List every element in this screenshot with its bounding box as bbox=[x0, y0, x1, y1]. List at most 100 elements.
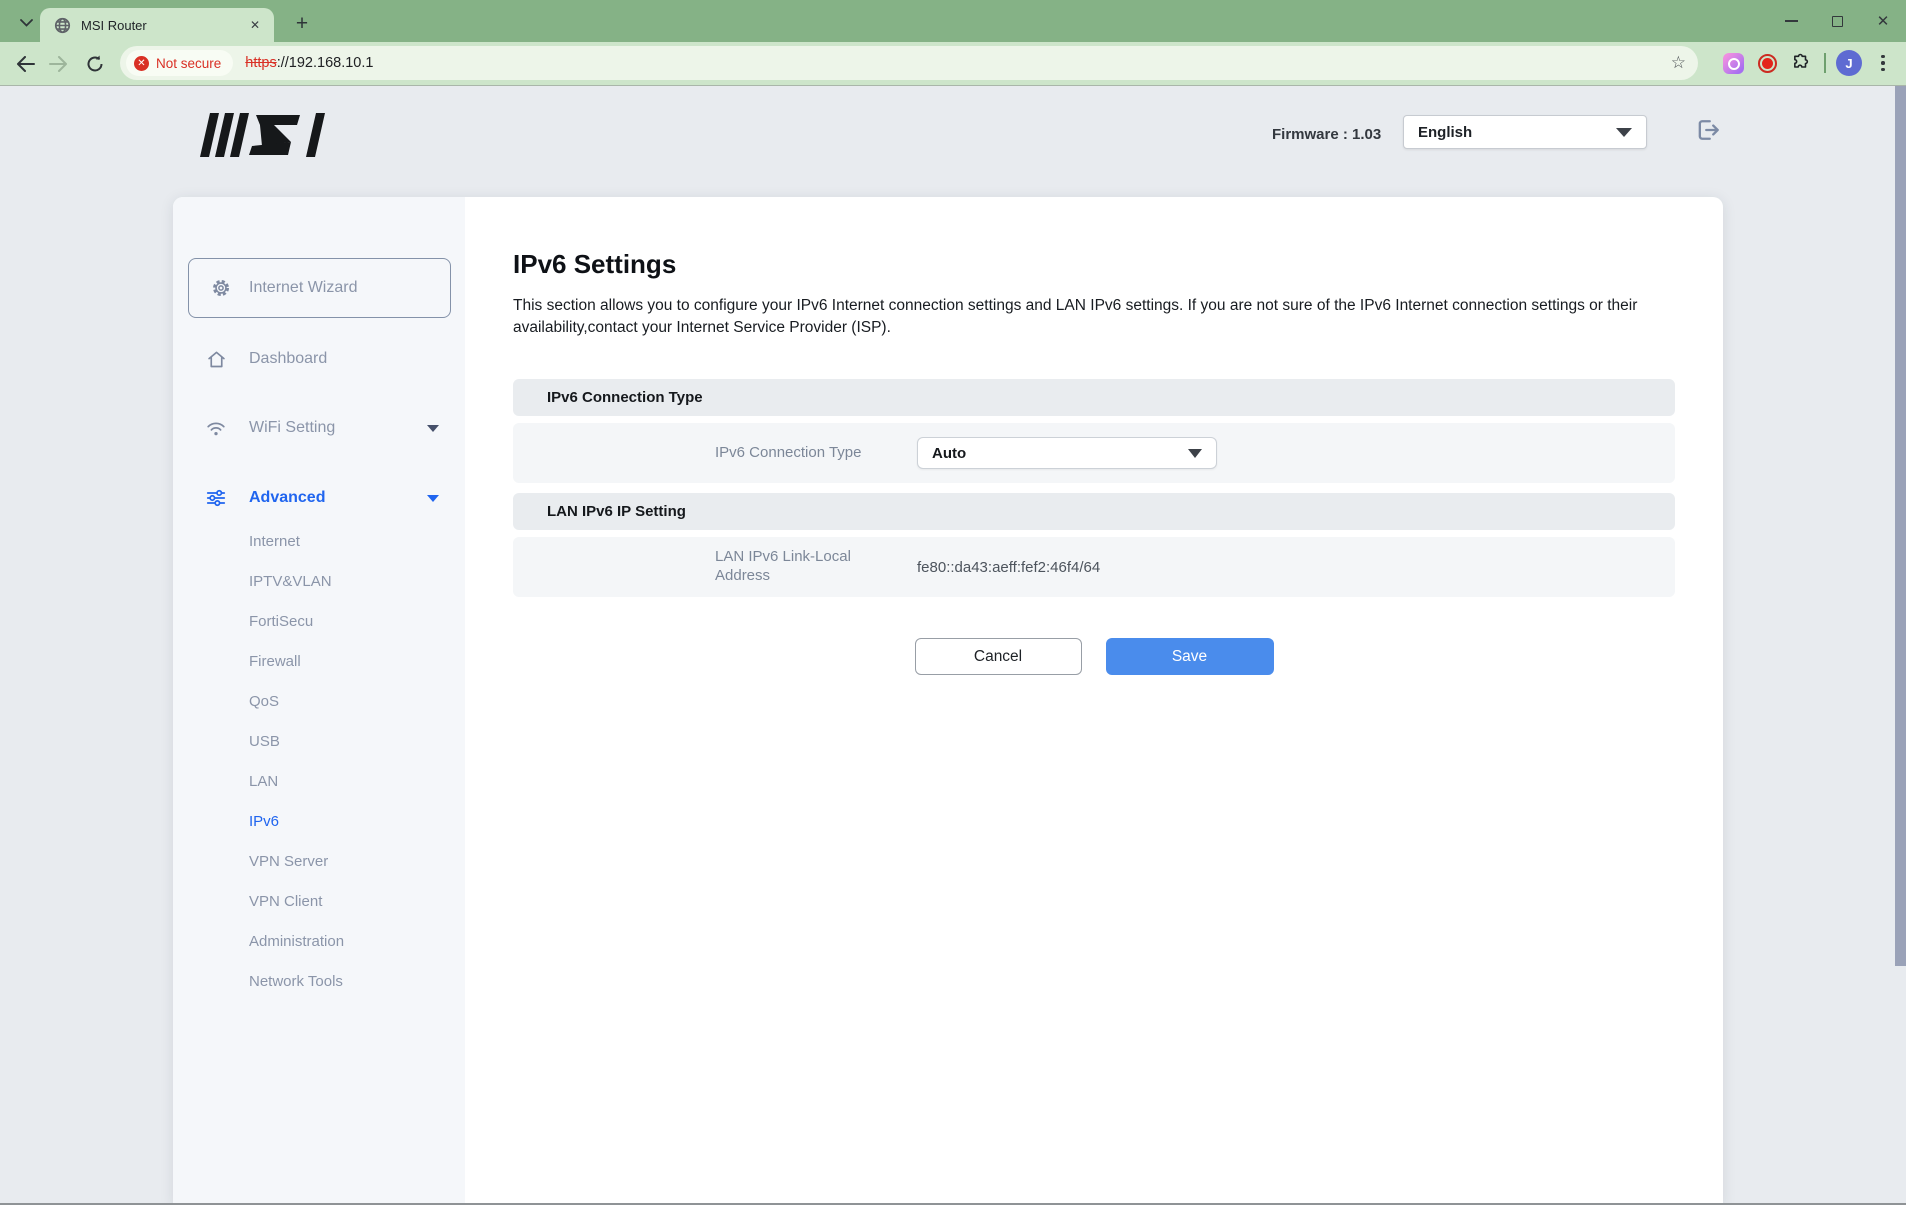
page-scrollbar[interactable] bbox=[1895, 86, 1906, 966]
extension-pink-button[interactable] bbox=[1716, 46, 1750, 80]
subitem-label: LAN bbox=[249, 773, 278, 790]
sidebar-item-wifi-setting[interactable]: WiFi Setting bbox=[173, 404, 465, 452]
save-button[interactable]: Save bbox=[1106, 638, 1274, 675]
sidebar-subitem-lan[interactable]: LAN bbox=[173, 761, 465, 801]
language-selected-value: English bbox=[1418, 124, 1616, 141]
language-select[interactable]: English bbox=[1403, 115, 1647, 149]
subitem-label: VPN Server bbox=[249, 853, 328, 870]
sliders-icon bbox=[205, 487, 227, 509]
sidebar-subitem-ipv6[interactable]: IPv6 bbox=[173, 801, 465, 841]
not-secure-icon: ✕ bbox=[134, 56, 149, 71]
browser-toolbar: ✕ Not secure https://192.168.10.1 ☆ J bbox=[0, 42, 1906, 85]
globe-favicon-icon bbox=[54, 17, 71, 34]
tab-close-button[interactable]: ✕ bbox=[246, 16, 264, 34]
url-bar[interactable]: ✕ Not secure https://192.168.10.1 ☆ bbox=[120, 46, 1698, 80]
browser-tab[interactable]: MSI Router ✕ bbox=[40, 8, 274, 42]
subitem-label: IPTV&VLAN bbox=[249, 573, 332, 590]
url-scheme: https bbox=[245, 55, 276, 71]
sidebar-subitem-iptv-vlan[interactable]: IPTV&VLAN bbox=[173, 561, 465, 601]
security-chip[interactable]: ✕ Not secure bbox=[126, 50, 233, 76]
url-host: ://192.168.10.1 bbox=[277, 55, 374, 71]
kebab-menu-icon bbox=[1881, 55, 1885, 72]
sidebar-subitem-qos[interactable]: QoS bbox=[173, 681, 465, 721]
maximize-icon bbox=[1832, 16, 1843, 27]
sidebar-subitem-internet[interactable]: Internet bbox=[173, 521, 465, 561]
tab-title: MSI Router bbox=[81, 18, 246, 33]
subitem-label: QoS bbox=[249, 693, 279, 710]
chevron-down-icon bbox=[1188, 449, 1202, 458]
sidebar-subitem-vpn-server[interactable]: VPN Server bbox=[173, 841, 465, 881]
chevron-down-icon bbox=[20, 19, 33, 27]
record-icon bbox=[1758, 54, 1777, 73]
sidebar-subitem-network-tools[interactable]: Network Tools bbox=[173, 961, 465, 1001]
sidebar-item-advanced[interactable]: Advanced bbox=[173, 474, 465, 522]
logout-button[interactable] bbox=[1694, 116, 1724, 146]
profile-avatar: J bbox=[1836, 50, 1862, 76]
sidebar-item-label: Internet Wizard bbox=[249, 279, 357, 297]
url-text: https://192.168.10.1 bbox=[245, 55, 373, 71]
sidebar-item-internet-wizard[interactable]: Internet Wizard bbox=[188, 258, 451, 318]
sidebar-subitem-fortisecu[interactable]: FortiSecu bbox=[173, 601, 465, 641]
selected-value: Auto bbox=[932, 445, 1188, 462]
chevron-down-icon bbox=[427, 425, 439, 432]
settings-card: Internet Wizard Dashboard WiFi Setting bbox=[173, 197, 1723, 1205]
sidebar-subitem-usb[interactable]: USB bbox=[173, 721, 465, 761]
reload-button[interactable] bbox=[78, 47, 112, 81]
forward-button[interactable] bbox=[41, 47, 75, 81]
sidebar-item-dashboard[interactable]: Dashboard bbox=[173, 335, 465, 383]
sidebar: Internet Wizard Dashboard WiFi Setting bbox=[173, 197, 465, 1205]
button-bar: Cancel Save bbox=[513, 638, 1675, 675]
back-button[interactable] bbox=[8, 47, 42, 81]
home-icon bbox=[205, 348, 227, 370]
tab-search-button[interactable] bbox=[14, 11, 38, 35]
page-title: IPv6 Settings bbox=[513, 249, 1675, 280]
firmware-version: Firmware : 1.03 bbox=[1272, 126, 1381, 143]
ipv6-connection-type-select[interactable]: Auto bbox=[917, 437, 1217, 469]
extension-record-button[interactable] bbox=[1750, 46, 1784, 80]
subitem-label: Firewall bbox=[249, 653, 301, 670]
subitem-label: IPv6 bbox=[249, 813, 279, 830]
advanced-submenu: Internet IPTV&VLAN FortiSecu Firewall Qo… bbox=[173, 521, 465, 1001]
form-row-link-local: LAN IPv6 Link-Local Address fe80::da43:a… bbox=[513, 537, 1675, 597]
forward-arrow-icon bbox=[49, 56, 68, 72]
site-header: Firmware : 1.03 English bbox=[0, 86, 1906, 198]
bookmark-star-icon[interactable]: ☆ bbox=[1671, 53, 1686, 73]
logout-icon bbox=[1694, 116, 1722, 144]
minimize-icon bbox=[1785, 20, 1798, 22]
field-label: LAN IPv6 Link-Local Address bbox=[715, 548, 917, 586]
window-close-button[interactable]: ✕ bbox=[1860, 0, 1906, 42]
chevron-down-icon bbox=[1616, 128, 1632, 137]
subitem-label: Network Tools bbox=[249, 973, 343, 990]
link-local-address-value: fe80::da43:aeff:fef2:46f4/64 bbox=[917, 559, 1100, 576]
subitem-label: USB bbox=[249, 733, 280, 750]
field-label: IPv6 Connection Type bbox=[715, 444, 917, 463]
subitem-label: Internet bbox=[249, 533, 300, 550]
subitem-label: FortiSecu bbox=[249, 613, 313, 630]
window-controls: ✕ bbox=[1768, 0, 1906, 42]
toolbar-separator bbox=[1824, 53, 1826, 73]
puzzle-icon bbox=[1791, 53, 1811, 73]
window-maximize-button[interactable] bbox=[1814, 0, 1860, 42]
new-tab-button[interactable]: + bbox=[288, 10, 316, 38]
extensions-area: J bbox=[1716, 46, 1906, 80]
close-icon: ✕ bbox=[1877, 14, 1890, 29]
profile-button[interactable]: J bbox=[1832, 46, 1866, 80]
back-arrow-icon bbox=[16, 56, 35, 72]
main-content: IPv6 Settings This section allows you to… bbox=[465, 197, 1723, 1205]
wifi-icon bbox=[205, 417, 227, 439]
chevron-down-icon bbox=[427, 495, 439, 502]
page-description: This section allows you to configure you… bbox=[513, 295, 1675, 339]
section-header-connection-type: IPv6 Connection Type bbox=[513, 379, 1675, 416]
cancel-button[interactable]: Cancel bbox=[915, 638, 1082, 675]
sidebar-subitem-administration[interactable]: Administration bbox=[173, 921, 465, 961]
sidebar-item-label: Dashboard bbox=[249, 350, 327, 368]
sidebar-subitem-firewall[interactable]: Firewall bbox=[173, 641, 465, 681]
window-minimize-button[interactable] bbox=[1768, 0, 1814, 42]
gear-icon bbox=[210, 277, 232, 299]
extensions-menu-button[interactable] bbox=[1784, 46, 1818, 80]
browser-menu-button[interactable] bbox=[1866, 46, 1900, 80]
subitem-label: Administration bbox=[249, 933, 344, 950]
sidebar-subitem-vpn-client[interactable]: VPN Client bbox=[173, 881, 465, 921]
section-header-lan-ipv6: LAN IPv6 IP Setting bbox=[513, 493, 1675, 530]
sidebar-item-label: WiFi Setting bbox=[249, 419, 335, 437]
